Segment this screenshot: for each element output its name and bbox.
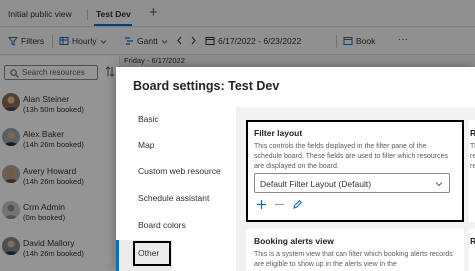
right-card-desc-line: re: [470, 153, 475, 160]
nav-selection-indicator: [116, 240, 119, 271]
nav-item-schedule-assistant[interactable]: Schedule assistant: [138, 193, 209, 203]
dialog-title: Board settings: Test Dev: [133, 79, 280, 93]
board-settings-dialog: Board settings: Test Dev Basic Map Custo…: [116, 67, 475, 271]
booking-alerts-title: Booking alerts view: [254, 236, 334, 246]
bottom-right-card-title: R: [470, 236, 475, 246]
right-card-desc-line: res: [470, 163, 475, 170]
nav-item-custom-web-resource[interactable]: Custom web resource: [138, 166, 221, 176]
booking-alerts-description: This is a system view that can filter wh…: [254, 251, 453, 268]
right-card-title: R: [470, 128, 475, 138]
nav-item-board-colors[interactable]: Board colors: [138, 220, 186, 230]
annotation-highlight-filter-layout: [246, 120, 464, 222]
nav-item-basic[interactable]: Basic: [138, 114, 159, 124]
nav-item-map[interactable]: Map: [138, 140, 155, 150]
right-card-desc-line: Th: [470, 143, 475, 150]
annotation-highlight-other: [133, 241, 171, 266]
